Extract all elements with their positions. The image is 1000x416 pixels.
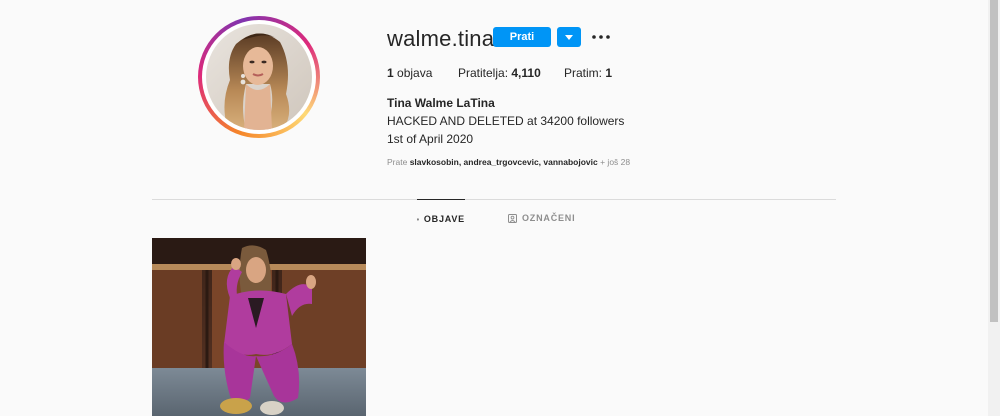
more-options-icon	[592, 35, 610, 39]
followed-by-prefix: Prate	[387, 157, 408, 167]
posts-count: 1	[387, 66, 394, 80]
avatar-photo	[206, 24, 312, 130]
post-thumbnail[interactable]	[152, 238, 366, 416]
story-ring[interactable]	[198, 16, 320, 138]
scrollbar-thumb[interactable]	[990, 0, 998, 322]
chevron-down-icon	[565, 34, 573, 40]
followed-by[interactable]: Prate slavkosobin, andrea_trgovcevic, va…	[387, 157, 630, 167]
bio-line: 1st of April 2020	[387, 132, 474, 146]
following-count: 1	[605, 66, 613, 80]
stat-following[interactable]: Pratim: 1	[564, 66, 612, 80]
tabs-divider	[152, 199, 836, 200]
post-photo	[152, 238, 366, 416]
tab-tagged[interactable]: OZNAČENI	[508, 199, 575, 237]
avatar[interactable]	[206, 24, 312, 130]
tab-posts[interactable]: OBJAVE	[417, 199, 465, 238]
bio-line: HACKED AND DELETED at 34200 followers	[387, 114, 625, 128]
scrollbar[interactable]	[988, 0, 1000, 416]
stat-posts: 1 objava	[387, 66, 432, 80]
tagged-icon	[508, 213, 517, 223]
avatar-border	[202, 20, 316, 134]
full-name: Tina Walme LaTina	[387, 96, 495, 110]
followed-by-names: slavkosobin, andrea_trgovcevic, vannaboj…	[409, 157, 598, 167]
follow-button[interactable]: Prati	[493, 27, 551, 47]
following-label: Pratim:	[564, 66, 603, 80]
profile-page: walme.tina Prati 1 objava Pratitelja: 4,…	[0, 0, 1000, 416]
posts-label: objava	[397, 66, 433, 80]
username: walme.tina	[387, 26, 495, 51]
followed-by-more: + još 28	[600, 157, 631, 167]
suggestions-dropdown-button[interactable]	[557, 27, 581, 47]
tab-tagged-label: OZNAČENI	[522, 213, 576, 223]
tab-posts-label: OBJAVE	[423, 214, 465, 224]
followers-label: Pratitelja:	[458, 66, 509, 80]
grid-icon	[417, 218, 419, 220]
more-options-button[interactable]	[591, 30, 611, 44]
followers-count: 4,110	[511, 66, 541, 80]
stat-followers[interactable]: Pratitelja: 4,110	[458, 66, 541, 80]
